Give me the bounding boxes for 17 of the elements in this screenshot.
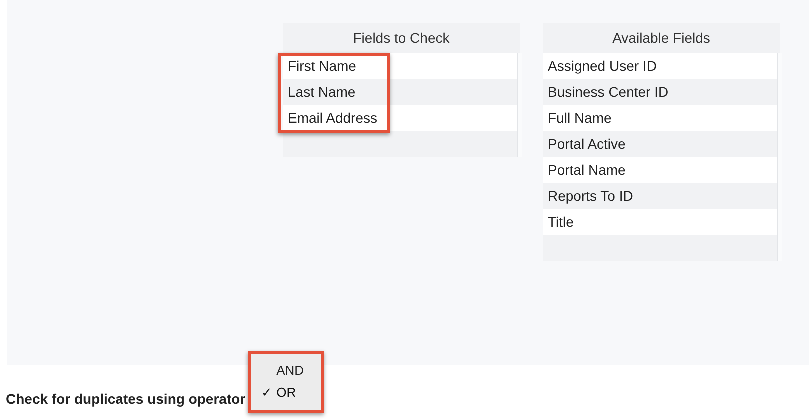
field-item[interactable]: Business Center ID: [543, 79, 777, 105]
field-item[interactable]: Last Name: [283, 79, 517, 105]
operator-menu[interactable]: AND ✓ OR: [248, 351, 324, 413]
field-item[interactable]: Reports To ID: [543, 183, 777, 209]
menu-option[interactable]: ✓ OR: [250, 382, 321, 404]
menu-option[interactable]: AND: [250, 360, 321, 382]
field-item[interactable]: Full Name: [543, 105, 777, 131]
field-item[interactable]: Portal Active: [543, 131, 777, 157]
check-icon: ✓: [262, 383, 273, 403]
field-item[interactable]: Email Address: [283, 105, 517, 131]
column-header: Available Fields: [543, 23, 780, 53]
field-item[interactable]: Assigned User ID: [543, 53, 777, 79]
field-item[interactable]: First Name: [283, 53, 517, 79]
field-item[interactable]: Portal Name: [543, 157, 777, 183]
column-header: Fields to Check: [283, 23, 520, 53]
field-item[interactable]: Title: [543, 209, 777, 235]
operator-label: Check for duplicates using operator: [6, 390, 246, 409]
